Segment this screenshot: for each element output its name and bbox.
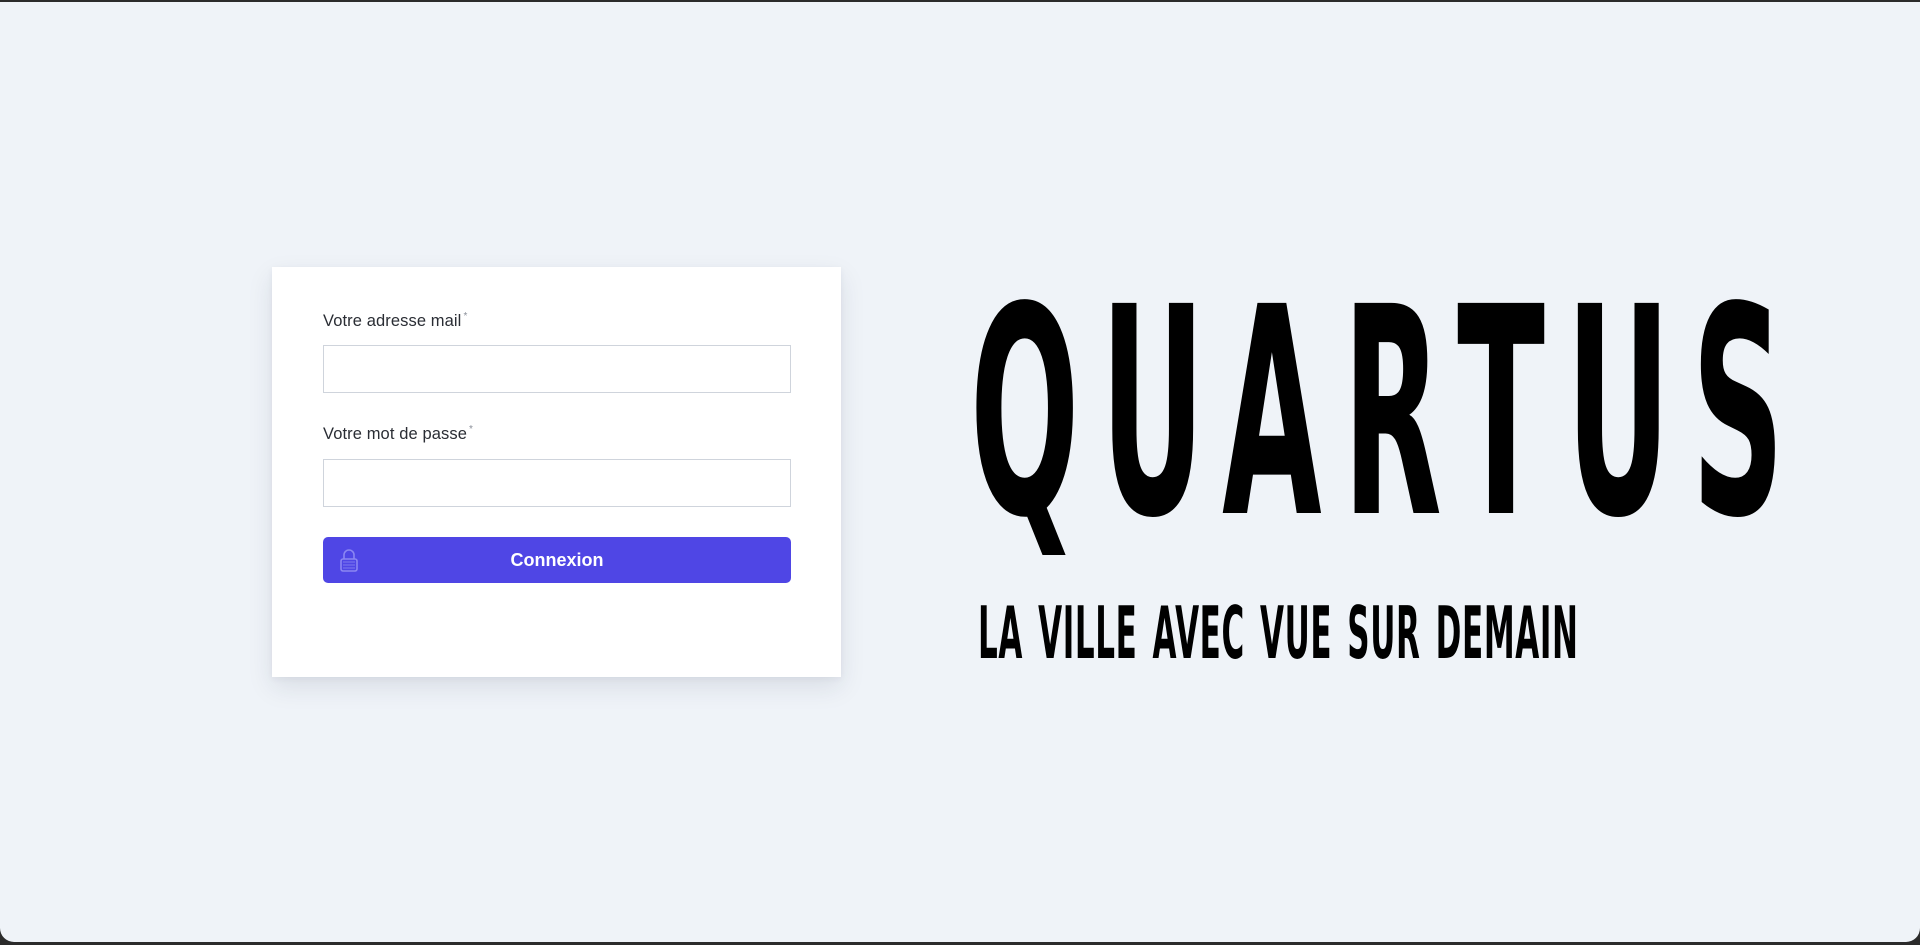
password-label-text: Votre mot de passe xyxy=(323,425,467,443)
brand-tagline: LA VILLE AVEC VUE SUR DEMAIN xyxy=(978,591,1579,676)
password-required-mark: * xyxy=(468,424,473,435)
password-label: Votre mot de passe * xyxy=(323,424,473,444)
login-card: Votre adresse mail * Votre mot de passe * … xyxy=(272,267,841,677)
login-button[interactable]: Connexion xyxy=(323,537,791,583)
email-label-text: Votre adresse mail xyxy=(323,312,462,330)
brand-block: QUARTUS LA VILLE AVEC VUE SUR DEMAIN xyxy=(970,270,1784,685)
email-field[interactable] xyxy=(323,345,791,393)
password-field[interactable] xyxy=(323,459,791,507)
lock-icon xyxy=(339,548,359,572)
email-required-mark: * xyxy=(463,311,468,322)
app-window: Votre adresse mail * Votre mot de passe * … xyxy=(0,2,1920,942)
email-label: Votre adresse mail * xyxy=(323,311,467,331)
login-button-label: Connexion xyxy=(510,550,604,570)
